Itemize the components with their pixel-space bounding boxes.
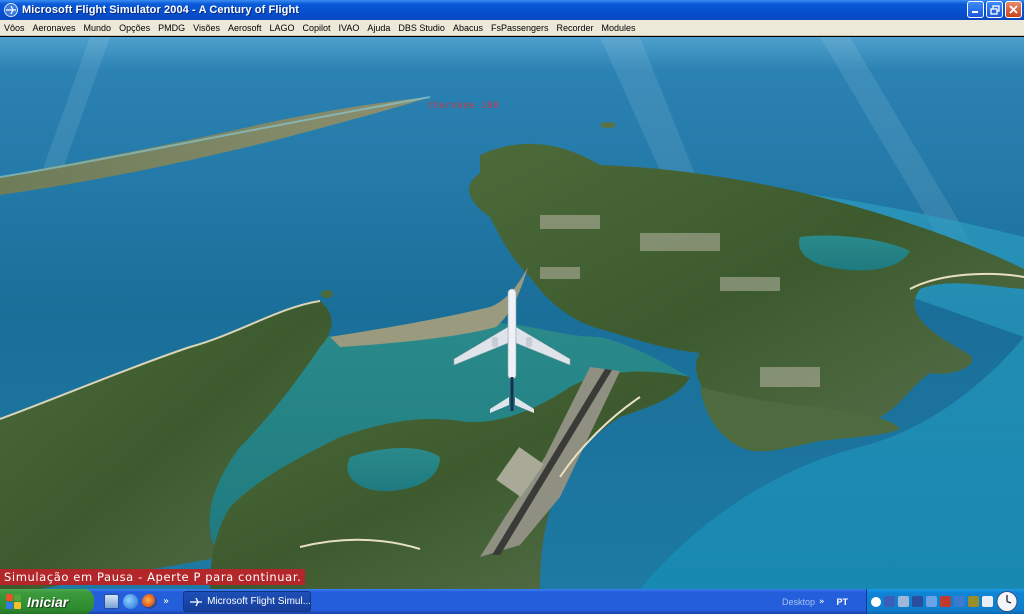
menu-ivao[interactable]: IVAO (335, 23, 364, 33)
menu-dbs-studio[interactable]: DBS Studio (394, 23, 449, 33)
title-bar[interactable]: Microsoft Flight Simulator 2004 - A Cent… (0, 0, 1024, 20)
menu-aerosoft[interactable]: Aerosoft (224, 23, 266, 33)
menu-opcoes[interactable]: Opções (115, 23, 154, 33)
minimize-icon (972, 11, 978, 13)
taskbar: Iniciar » Microsoft Flight Simul... Desk… (0, 589, 1024, 614)
language-indicator[interactable]: PT (837, 597, 849, 607)
firefox-icon[interactable] (142, 594, 157, 609)
menu-mundo[interactable]: Mundo (80, 23, 116, 33)
tray-app-icon-1[interactable] (884, 596, 895, 607)
task-button-label: Microsoft Flight Simul... (207, 596, 312, 607)
close-button[interactable] (1005, 1, 1022, 18)
restore-button[interactable] (986, 1, 1003, 18)
ai-aircraft-label: Cherokee 180 (428, 101, 500, 111)
restore-icon (989, 4, 1000, 15)
flight-simulator-task-icon (190, 597, 203, 607)
menu-voos[interactable]: Vôos (0, 23, 29, 33)
menu-bar: Vôos Aeronaves Mundo Opções PMDG Visões … (0, 20, 1024, 36)
tray-app-icon-3[interactable] (926, 596, 937, 607)
desktop-toolbar-chevron-icon[interactable]: » (819, 597, 825, 607)
desktop-toolbar: Desktop » PT (782, 589, 848, 614)
menu-aeronaves[interactable]: Aeronaves (29, 23, 80, 33)
menu-modules[interactable]: Modules (598, 23, 640, 33)
menu-pmdg[interactable]: PMDG (154, 23, 189, 33)
tray-expand-icon[interactable] (871, 596, 881, 607)
tray-network-icon[interactable] (898, 596, 909, 607)
start-label: Iniciar (27, 593, 69, 610)
analog-clock-icon[interactable] (994, 590, 1020, 613)
close-icon (1009, 5, 1018, 14)
simulator-viewport[interactable]: Cherokee 180 Simulação em Pausa - Aperte… (0, 37, 1024, 589)
windows-logo-icon (6, 593, 22, 610)
quick-launch-chevron-icon[interactable]: » (163, 596, 169, 607)
quick-launch: » (104, 594, 169, 609)
tray-volume-icon[interactable] (982, 596, 993, 607)
pause-banner: Simulação em Pausa - Aperte P para conti… (0, 569, 306, 585)
menu-fspassengers[interactable]: FsPassengers (487, 23, 553, 33)
tray-app-icon-2[interactable] (912, 596, 923, 607)
menu-abacus[interactable]: Abacus (449, 23, 487, 33)
menu-visoes[interactable]: Visões (189, 23, 224, 33)
internet-explorer-icon[interactable] (123, 594, 138, 609)
menu-recorder[interactable]: Recorder (553, 23, 598, 33)
menu-lago[interactable]: LAGO (266, 23, 299, 33)
tray-app-icon-4[interactable] (940, 596, 951, 607)
tray-app-icon-6[interactable] (968, 596, 979, 607)
desktop-toolbar-label[interactable]: Desktop (782, 597, 815, 607)
tray-app-icon-5[interactable] (954, 596, 965, 607)
menu-copilot[interactable]: Copilot (299, 23, 335, 33)
aerial-scenery (0, 37, 1024, 589)
system-tray (866, 589, 1024, 614)
start-button[interactable]: Iniciar (0, 589, 94, 614)
task-button-flight-simulator[interactable]: Microsoft Flight Simul... (183, 591, 312, 612)
minimize-button[interactable] (967, 1, 984, 18)
window-title: Microsoft Flight Simulator 2004 - A Cent… (22, 4, 300, 16)
flight-simulator-app-icon (4, 3, 18, 17)
desktop-icon[interactable] (104, 594, 119, 609)
menu-ajuda[interactable]: Ajuda (363, 23, 394, 33)
pause-message: Simulação em Pausa - Aperte P para conti… (4, 570, 302, 584)
